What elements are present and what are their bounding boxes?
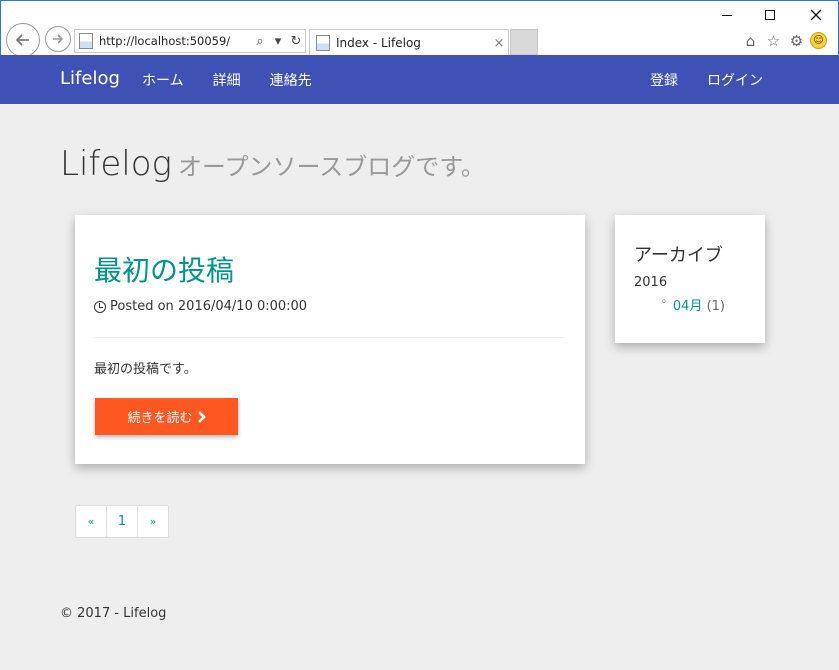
post-date: Posted on 2016/04/10 0:00:00	[110, 299, 308, 314]
back-button[interactable]	[6, 23, 40, 57]
minimize-button[interactable]	[715, 5, 739, 25]
pagination-prev[interactable]: «	[75, 505, 107, 538]
archive-title: アーカイブ	[634, 245, 723, 266]
nav-about[interactable]: 詳細	[213, 70, 241, 90]
navbar-brand[interactable]: Lifelog	[60, 68, 120, 89]
browser-chrome: http://localhost:50059/ ⌕ ▾ ↻ Index - Li…	[0, 0, 839, 57]
forward-button[interactable]	[45, 26, 71, 52]
nav-account-links: 登録 ログイン	[650, 70, 763, 90]
post-excerpt: 最初の投稿です。	[94, 362, 197, 377]
window-close-button[interactable]	[804, 5, 828, 25]
nav-links: ホーム 詳細 連絡先	[142, 70, 312, 90]
pagination-page-1[interactable]: 1	[106, 505, 138, 538]
settings-gear-icon[interactable]: ⚙	[787, 31, 806, 50]
favorites-star-icon[interactable]: ☆	[764, 31, 783, 50]
browser-toolbar: ⌂ ☆ ⚙ ☺	[741, 31, 827, 50]
archive-month-item: ◦ 04月 (1)	[661, 295, 725, 314]
close-icon	[810, 9, 822, 21]
minimize-icon	[722, 14, 732, 16]
tab-close-icon[interactable]: ×	[490, 36, 508, 51]
back-arrow-icon	[15, 34, 29, 46]
site-navbar: Lifelog ホーム 詳細 連絡先 登録 ログイン	[0, 55, 839, 104]
feedback-smiley-icon[interactable]: ☺	[810, 32, 827, 49]
nav-contact[interactable]: 連絡先	[270, 70, 312, 90]
tab-page-icon	[316, 35, 330, 51]
nav-login[interactable]: ログイン	[707, 70, 763, 90]
dropdown-icon[interactable]: ▾	[269, 34, 287, 49]
home-icon[interactable]: ⌂	[741, 31, 760, 50]
url-text[interactable]: http://localhost:50059/	[99, 34, 251, 48]
post-divider	[94, 337, 566, 338]
post-meta: Posted on 2016/04/10 0:00:00	[94, 299, 307, 314]
forward-arrow-icon	[53, 34, 64, 44]
read-more-label: 続きを読む	[127, 411, 193, 426]
clock-icon	[94, 300, 106, 313]
post-title[interactable]: 最初の投稿	[94, 249, 234, 289]
nav-register[interactable]: 登録	[650, 70, 678, 90]
archive-month-link[interactable]: 04月	[673, 299, 703, 314]
bullet-icon: ◦	[661, 297, 667, 308]
footer-copyright: © 2017 - Lifelog	[60, 606, 167, 621]
nav-home[interactable]: ホーム	[142, 70, 184, 90]
page-icon	[79, 33, 93, 49]
post-card: 最初の投稿 Posted on 2016/04/10 0:00:00 最初の投稿…	[75, 215, 585, 464]
read-more-button[interactable]: 続きを読む	[95, 398, 238, 435]
new-tab-button[interactable]	[510, 29, 538, 55]
page-title: Lifelog	[60, 144, 172, 184]
archive-card: アーカイブ 2016 ◦ 04月 (1)	[615, 215, 765, 343]
page-subtitle: オープンソースブログです。	[177, 153, 485, 181]
pagination-next[interactable]: »	[137, 505, 169, 538]
page-header: Lifelog オープンソースブログです。	[60, 144, 485, 184]
address-bar[interactable]: http://localhost:50059/ ⌕ ▾ ↻	[74, 29, 306, 53]
tab-title: Index - Lifelog	[336, 36, 421, 50]
chevron-right-icon	[197, 410, 206, 423]
refresh-icon[interactable]: ↻	[287, 34, 305, 49]
maximize-button[interactable]	[758, 5, 782, 25]
browser-tab[interactable]: Index - Lifelog ×	[309, 29, 509, 56]
pagination: « 1 »	[75, 505, 169, 538]
search-icon[interactable]: ⌕	[251, 34, 269, 49]
archive-year: 2016	[634, 275, 668, 290]
maximize-icon	[765, 10, 775, 20]
archive-count: (1)	[706, 299, 726, 314]
